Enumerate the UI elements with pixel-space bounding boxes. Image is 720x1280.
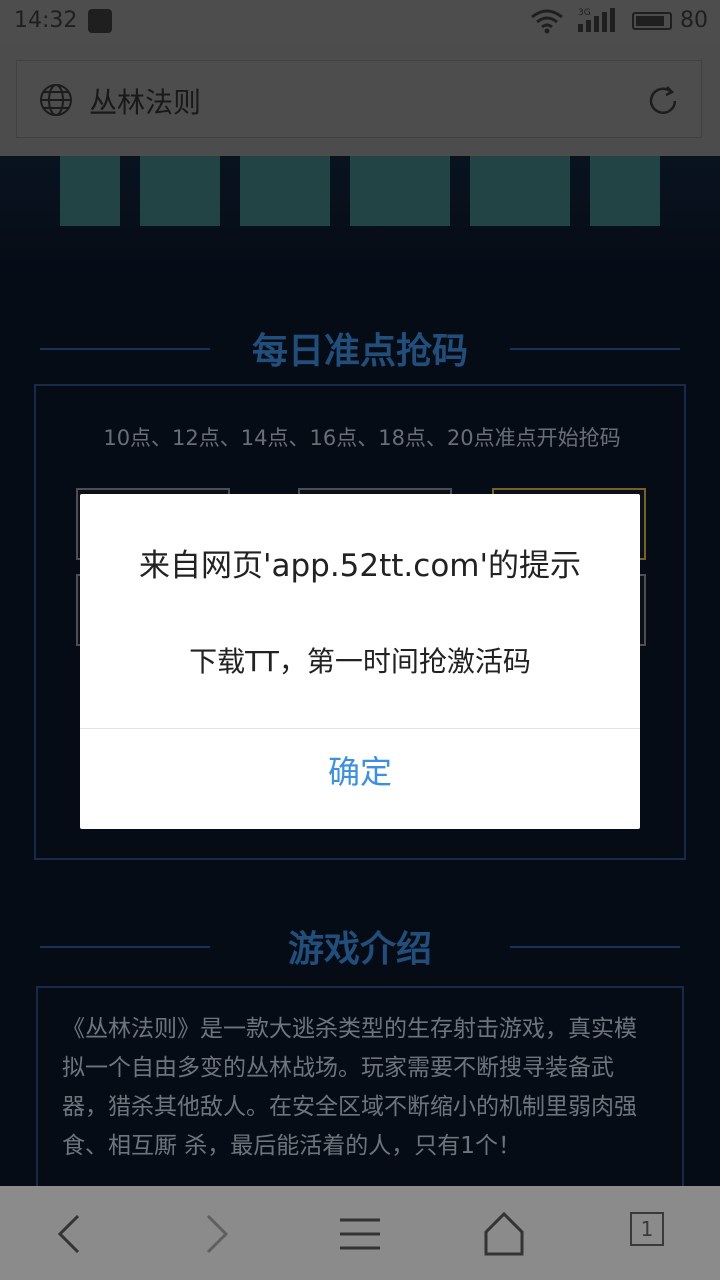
address-bar[interactable]: 丛林法则 [16,60,702,138]
browser-toolbar: 丛林法则 [0,44,720,156]
game-logo [60,156,680,259]
cell-signal-icon: 3G [578,6,618,34]
game-intro-text: 《丛林法则》是一款大逃杀类型的生存射击游戏，真实模拟一个自由多变的丛林战场。玩家… [62,1016,637,1159]
dialog-message: 下载TT，第一时间抢激活码 [189,645,531,678]
reload-icon[interactable] [645,83,681,119]
battery-level: 80 [680,8,708,33]
tab-count: 1 [630,1212,664,1246]
battery-icon [632,12,672,30]
notification-icon [88,9,112,33]
intro-panel: 《丛林法则》是一款大逃杀类型的生存射击游戏，真实模拟一个自由多变的丛林战场。玩家… [36,986,684,1186]
browser-bottom-bar: 1 [0,1186,720,1280]
ok-button[interactable]: 确定 [80,729,640,829]
hero-banner [0,156,720,276]
back-icon[interactable] [40,1204,100,1264]
status-bar: 14:32 3G 80 [0,0,720,44]
tabs-button[interactable]: 1 [622,1204,682,1264]
status-time: 14:32 [14,8,78,33]
menu-icon[interactable] [330,1204,390,1264]
alert-dialog: 来自网页'app.52tt.com'的提示 下载TT，第一时间抢激活码 确定 [80,494,640,829]
wifi-icon [530,8,564,40]
forward-icon[interactable] [186,1204,246,1264]
network-type-label: 3G [578,8,591,18]
globe-icon [39,83,73,117]
dialog-title: 来自网页'app.52tt.com'的提示 [138,548,582,584]
section-title-codes: 每日准点抢码 [0,322,720,374]
home-icon[interactable] [474,1204,534,1264]
section-title-intro: 游戏介绍 [0,920,720,972]
page-title: 丛林法则 [89,86,202,119]
code-schedule: 10点、12点、14点、16点、18点、20点准点开始抢码 [103,426,621,450]
